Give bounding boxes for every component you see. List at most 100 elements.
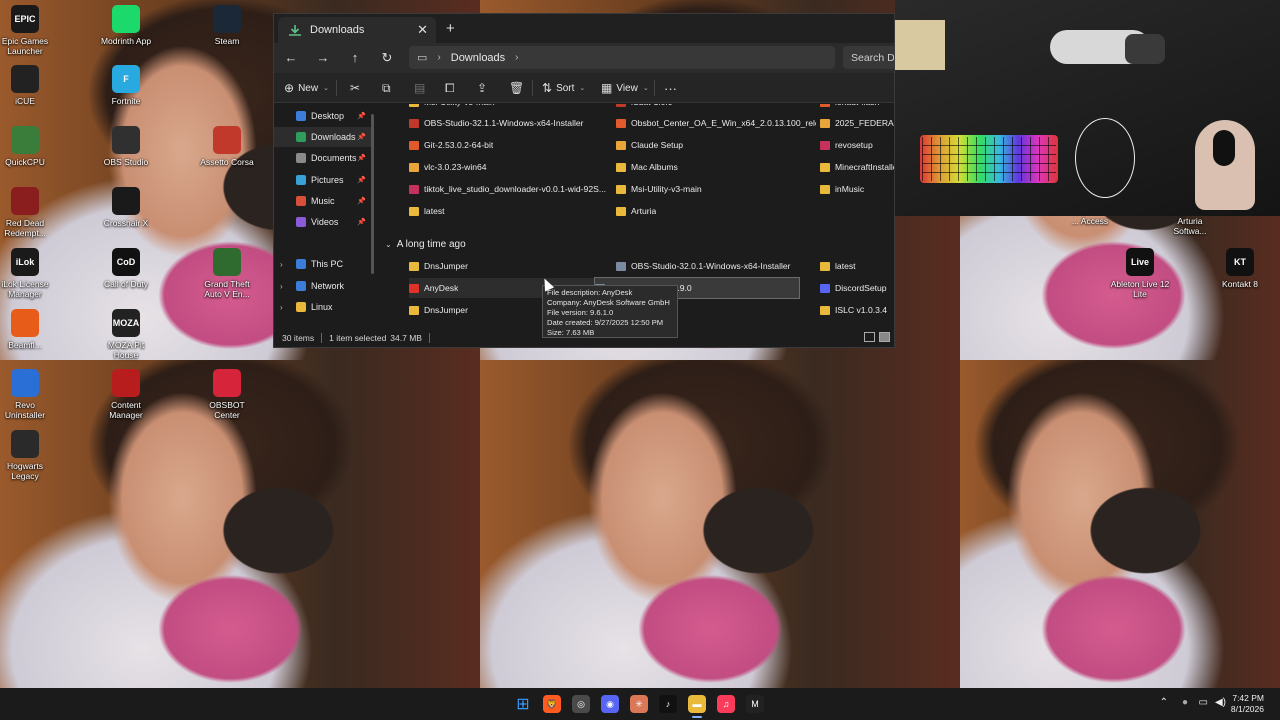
desktop-icon[interactable]: QuickCPU (0, 126, 55, 167)
desktop-icon[interactable]: EPIC Epic Games Launcher (0, 5, 55, 56)
desktop-icon[interactable]: OBS Studio (96, 126, 156, 167)
volume-icon[interactable]: ◀) (1215, 697, 1226, 708)
file-item[interactable]: Msi-Utility-v3-main (409, 104, 609, 112)
network-icon[interactable]: ▭ (1199, 697, 1208, 708)
file-item[interactable]: DnsJumper (409, 256, 609, 276)
file-item[interactable]: tiktok_live_studio_downloader-v0.0.1-wid… (409, 179, 609, 199)
rename-icon[interactable]: ⧠ (445, 79, 459, 97)
group-header[interactable]: ⌄ A long time ago (385, 239, 466, 250)
sidebar-item[interactable]: › This PC (274, 254, 372, 274)
brave-icon[interactable]: 🦁 (543, 695, 561, 713)
new-button[interactable]: ⊕ New ⌄ (284, 79, 329, 97)
chevron-down-icon[interactable]: ⌄ (385, 240, 392, 249)
breadcrumb-downloads[interactable]: Downloads (451, 52, 505, 64)
desktop-icon-label[interactable]: Arturia Softwa... (1160, 216, 1220, 236)
claude-icon[interactable]: ✳ (630, 695, 648, 713)
microphone-icon[interactable]: ● (1182, 697, 1188, 708)
desktop-icon[interactable]: Red Dead Redempt... (0, 187, 55, 238)
chevron-right-icon[interactable]: › (437, 52, 440, 63)
windows-start-icon[interactable]: ⊞ (514, 695, 532, 713)
sidebar-item[interactable]: Desktop 📌 (274, 106, 372, 126)
file-item[interactable]: ionaut-flash (820, 104, 894, 112)
file-item[interactable]: 2025_FEDERAL_RI (820, 113, 894, 133)
desktop-icon[interactable]: KT Kontakt 8 (1210, 248, 1270, 289)
desktop-icon[interactable]: Hogwarts Legacy (0, 430, 55, 481)
file-explorer-icon[interactable]: ▬ (688, 695, 706, 713)
chevron-right-icon[interactable]: › (515, 52, 518, 63)
tab-downloads[interactable]: Downloads ✕ (278, 17, 436, 43)
desktop-icon-label[interactable]: ... Access (1060, 216, 1120, 226)
search-input[interactable]: Search Do (843, 46, 894, 69)
view-button[interactable]: ▦ View ⌄ (601, 79, 649, 97)
desktop-icon[interactable]: Crosshair X (96, 187, 156, 228)
moza-icon[interactable]: M (746, 695, 764, 713)
sidebar-item[interactable]: › Linux (274, 297, 372, 317)
file-item[interactable]: Arturia (616, 201, 816, 221)
delete-icon[interactable]: 🗑 (509, 79, 528, 97)
up-icon[interactable]: ↑ (344, 48, 366, 68)
file-item[interactable]: Msi-Utility-v3-main (616, 179, 816, 199)
itunes-icon[interactable]: ♫ (717, 695, 735, 713)
desktop-icon[interactable]: F Fortnite (96, 65, 156, 106)
file-item[interactable]: revosetup (820, 135, 894, 155)
file-item[interactable]: latest (820, 256, 894, 276)
sidebar-scrollbar[interactable] (371, 114, 374, 274)
tiktok-icon[interactable]: ♪ (659, 695, 677, 713)
details-view-icon[interactable] (864, 332, 875, 342)
desktop-icon[interactable]: Modrinth App (96, 5, 156, 46)
desktop-icon[interactable]: Grand Theft Auto V En... (197, 248, 257, 299)
chevron-right-icon[interactable]: › (280, 303, 290, 312)
desktop-icon[interactable]: Content Manager (96, 369, 156, 420)
tiles-view-icon[interactable] (879, 332, 890, 342)
sidebar-item[interactable]: Music 📌 (274, 191, 372, 211)
cut-icon[interactable]: ✂ (350, 79, 364, 97)
new-tab-icon[interactable]: + (446, 20, 455, 37)
sort-button[interactable]: ⇅ Sort ⌄ (542, 79, 585, 97)
file-item[interactable]: ISLC v1.0.3.4 (820, 300, 894, 320)
share-icon[interactable]: ⇪ (477, 79, 491, 97)
desktop-icon[interactable]: iCUE (0, 65, 55, 106)
desktop-icon[interactable]: MOZA MOZA Pit House (96, 309, 156, 360)
desktop-icon[interactable]: iLok iLok License Manager (0, 248, 55, 299)
file-item[interactable]: OBS-Studio-32.0.1-Windows-x64-Installer (616, 256, 816, 276)
file-item[interactable]: Git-2.53.0.2-64-bit (409, 135, 609, 155)
desktop-icon[interactable]: Steam (197, 5, 257, 46)
file-item[interactable]: OBS-Studio-32.1.1-Windows-x64-Installer (409, 113, 609, 133)
desktop-icon[interactable]: Revo Uninstaller (0, 369, 55, 420)
chevron-up-icon[interactable]: ⌃ (1160, 697, 1168, 708)
file-item[interactable]: Claude Setup (616, 135, 816, 155)
file-item[interactable]: MinecraftInstaller (820, 157, 894, 177)
sidebar-item[interactable]: Documents 📌 (274, 148, 372, 168)
desktop-icon[interactable]: OBSBOT Center (197, 369, 257, 420)
file-item[interactable]: Obsbot_Center_OA_E_Win_x64_2.0.13.100_re… (616, 113, 816, 133)
discord-icon[interactable]: ◉ (601, 695, 619, 713)
file-item[interactable]: latest (409, 201, 609, 221)
paste-icon[interactable]: ▤ (414, 79, 429, 97)
file-item[interactable]: Mac Albums (616, 157, 816, 177)
file-item[interactable]: r2dat-1.0.0 (616, 104, 816, 112)
chevron-right-icon[interactable]: › (280, 282, 290, 291)
chevron-right-icon[interactable]: › (280, 260, 290, 269)
file-item[interactable]: vlc-3.0.23-win64 (409, 157, 609, 177)
chrome-icon[interactable]: ◎ (572, 695, 590, 713)
refresh-icon[interactable]: ↻ (376, 48, 398, 68)
close-tab-icon[interactable]: ✕ (417, 22, 428, 38)
copy-icon[interactable]: ⧉ (382, 79, 395, 97)
clock[interactable]: 7:42 PM 8/1/2026 (1231, 693, 1264, 715)
title-bar[interactable]: Downloads ✕ + (274, 14, 894, 43)
file-item[interactable]: inMusic (820, 179, 894, 199)
desktop-icon[interactable]: CoD Call of Duty (96, 248, 156, 289)
desktop-icon[interactable]: Live Ableton Live 12 Lite (1110, 248, 1170, 299)
desktop-icon[interactable]: Assetto Corsa (197, 126, 257, 167)
back-icon[interactable]: ← (280, 48, 302, 68)
desktop-icon[interactable]: Beamfl... (0, 309, 55, 350)
forward-icon[interactable]: → (312, 48, 334, 68)
sidebar-item[interactable]: Downloads 📌 (274, 127, 372, 147)
file-item[interactable]: DiscordSetup (820, 278, 894, 298)
address-bar[interactable]: ▭ › Downloads › (409, 46, 835, 69)
sidebar-item[interactable]: Pictures 📌 (274, 170, 372, 190)
more-options-icon[interactable]: ··· (664, 79, 677, 97)
sidebar-item[interactable]: › Network (274, 276, 372, 296)
tab-label: Downloads (310, 24, 365, 36)
sidebar-item[interactable]: Videos 📌 (274, 212, 372, 232)
